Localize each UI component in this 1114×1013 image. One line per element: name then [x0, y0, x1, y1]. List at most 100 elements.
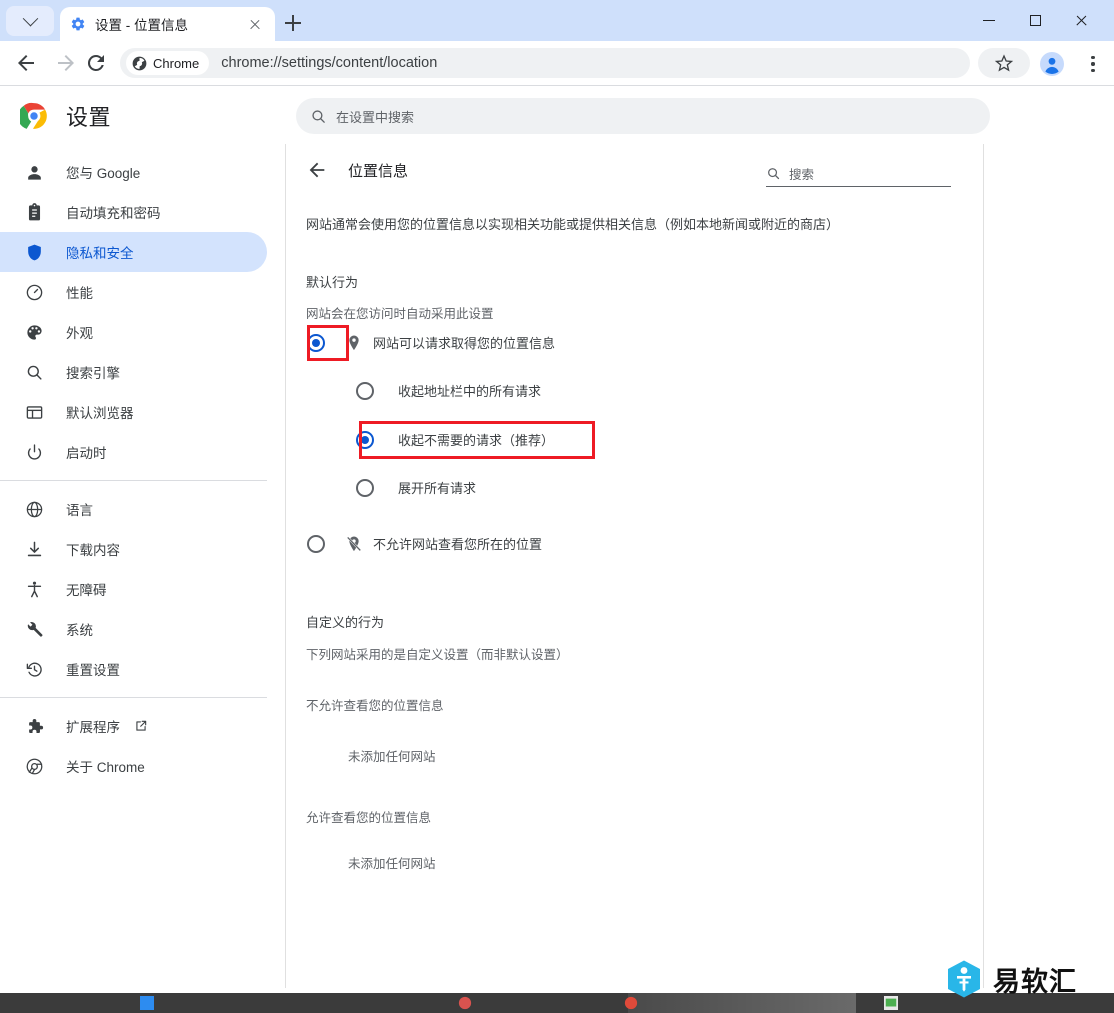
maximize-button[interactable]: [1012, 0, 1058, 41]
sidebar-item-you-and-google[interactable]: 您与 Google: [0, 152, 267, 192]
allowed-sites-group-title: 允许查看您的位置信息: [306, 811, 432, 825]
taskbar-app-icon[interactable]: [458, 996, 472, 1010]
radio-button[interactable]: [356, 381, 374, 400]
sidebar-item-label: 您与 Google: [66, 166, 141, 181]
radio-suboption-expand-all[interactable]: 展开所有请求: [356, 478, 476, 497]
clipboard-icon: [24, 202, 44, 222]
sidebar-item-downloads[interactable]: 下载内容: [0, 529, 267, 569]
sidebar-item-languages[interactable]: 语言: [0, 489, 267, 529]
address-bar[interactable]: Chrome chrome://settings/content/locatio…: [120, 48, 970, 78]
kebab-menu-icon[interactable]: [1082, 53, 1104, 75]
sidebar-item-label: 重置设置: [66, 663, 120, 678]
sidebar-item-on-startup[interactable]: 启动时: [0, 432, 267, 472]
sidebar-item-label: 无障碍: [66, 583, 107, 598]
watermark: 易软汇: [944, 959, 1077, 999]
close-window-button[interactable]: [1058, 0, 1104, 41]
tab-title: 设置 - 位置信息: [95, 18, 188, 33]
tab-search-button[interactable]: [6, 6, 54, 36]
sidebar-item-label: 搜索引擎: [66, 366, 120, 381]
back-arrow-icon[interactable]: [306, 159, 328, 181]
radio-suboption-label: 收起不需要的请求（推荐）: [398, 433, 555, 448]
accessibility-icon: [24, 579, 44, 599]
default-behavior-title: 默认行为: [306, 275, 359, 290]
sidebar-item-autofill[interactable]: 自动填充和密码: [0, 192, 267, 232]
sidebar-divider: [0, 697, 267, 698]
taskbar-app-icon[interactable]: [884, 996, 898, 1010]
radio-button[interactable]: [307, 534, 325, 553]
browser-tab[interactable]: 设置 - 位置信息: [60, 7, 275, 41]
forward-arrow-icon: [54, 51, 78, 75]
radio-suboption-collapse-unwanted[interactable]: 收起不需要的请求（推荐）: [356, 430, 554, 449]
settings-header: 设置 在设置中搜索: [0, 86, 1114, 144]
settings-main-panel: 位置信息 搜索 网站通常会使用您的位置信息以实现相关功能或提供相关信息（例如本地…: [285, 144, 1114, 988]
close-icon[interactable]: [245, 14, 265, 34]
subpage-search-input[interactable]: 搜索: [766, 161, 951, 187]
custom-behavior-title: 自定义的行为: [306, 615, 385, 630]
browser-window: 设置 - 位置信息 Chrome chrome://settings/conte…: [0, 0, 1114, 1013]
custom-behavior-subtitle: 下列网站采用的是自定义设置（而非默认设置）: [306, 648, 569, 662]
sidebar-item-reset-settings[interactable]: 重置设置: [0, 649, 267, 689]
power-icon: [24, 442, 44, 462]
chrome-origin-chip[interactable]: Chrome: [126, 51, 210, 75]
sidebar-item-label: 语言: [66, 503, 93, 518]
sidebar-item-label: 关于 Chrome: [66, 760, 145, 775]
sidebar-item-performance[interactable]: 性能: [0, 272, 267, 312]
search-icon: [310, 108, 327, 125]
settings-search-input[interactable]: 在设置中搜索: [296, 98, 990, 134]
radio-button[interactable]: [307, 333, 325, 352]
back-arrow-icon[interactable]: [14, 51, 38, 75]
radio-option-block-location[interactable]: 不允许网站查看您所在的位置: [307, 534, 542, 553]
default-behavior-subtitle: 网站会在您访问时自动采用此设置: [306, 307, 494, 321]
sidebar-item-system[interactable]: 系统: [0, 609, 267, 649]
radio-suboption-label: 收起地址栏中的所有请求: [398, 384, 542, 399]
bookmark-star-icon[interactable]: [978, 48, 1030, 78]
new-tab-button[interactable]: [281, 11, 305, 35]
radio-suboption-label: 展开所有请求: [398, 481, 477, 496]
blocked-sites-empty-text: 未添加任何网站: [348, 750, 436, 764]
gear-icon: [70, 16, 86, 32]
sidebar-item-appearance[interactable]: 外观: [0, 312, 267, 352]
radio-button[interactable]: [356, 478, 374, 497]
shield-icon: [24, 242, 44, 262]
subpage-title: 位置信息: [348, 162, 409, 180]
taskbar-app-icon[interactable]: [140, 996, 154, 1010]
taskbar-segment: [0, 993, 628, 1013]
speedometer-icon: [24, 282, 44, 302]
tab-strip: 设置 - 位置信息: [0, 0, 1114, 41]
wrench-icon: [24, 619, 44, 639]
sidebar-item-extensions[interactable]: 扩展程序: [0, 706, 267, 746]
sidebar-item-search-engine[interactable]: 搜索引擎: [0, 352, 267, 392]
history-restore-icon: [24, 659, 44, 679]
sidebar-item-privacy-security[interactable]: 隐私和安全: [0, 232, 267, 272]
search-icon: [24, 362, 44, 382]
taskbar-app-icon[interactable]: [624, 996, 638, 1010]
browser-toolbar: Chrome chrome://settings/content/locatio…: [0, 41, 1114, 85]
download-icon: [24, 539, 44, 559]
sidebar-item-label: 隐私和安全: [66, 246, 134, 261]
sidebar-item-label: 默认浏览器: [66, 406, 134, 421]
search-icon: [766, 166, 781, 181]
sidebar-item-label: 外观: [66, 326, 93, 341]
sidebar-item-label: 下载内容: [66, 543, 120, 558]
blocked-sites-group-title: 不允许查看您的位置信息: [306, 699, 444, 713]
sidebar-item-accessibility[interactable]: 无障碍: [0, 569, 267, 609]
sidebar-item-default-browser[interactable]: 默认浏览器: [0, 392, 267, 432]
url-text: chrome://settings/content/location: [221, 55, 438, 71]
avatar[interactable]: [1040, 52, 1064, 76]
minimize-button[interactable]: [966, 0, 1012, 41]
external-link-icon: [134, 719, 148, 733]
globe-icon: [24, 499, 44, 519]
hexagon-logo-icon: [944, 959, 984, 999]
chrome-icon: [24, 756, 44, 776]
sidebar-item-label: 扩展程序: [66, 720, 120, 735]
radio-suboption-collapse-all[interactable]: 收起地址栏中的所有请求: [356, 381, 541, 400]
sidebar-item-about-chrome[interactable]: 关于 Chrome: [0, 746, 267, 786]
radio-option-allow-location[interactable]: 网站可以请求取得您的位置信息: [307, 333, 555, 352]
chrome-chip-label: Chrome: [153, 55, 200, 71]
sidebar-item-label: 性能: [66, 286, 93, 301]
radio-button[interactable]: [356, 430, 374, 449]
page-title: 设置: [66, 105, 112, 130]
subpage-search-placeholder: 搜索: [789, 168, 815, 182]
reload-icon[interactable]: [84, 51, 108, 75]
sidebar-item-label: 启动时: [66, 446, 107, 461]
